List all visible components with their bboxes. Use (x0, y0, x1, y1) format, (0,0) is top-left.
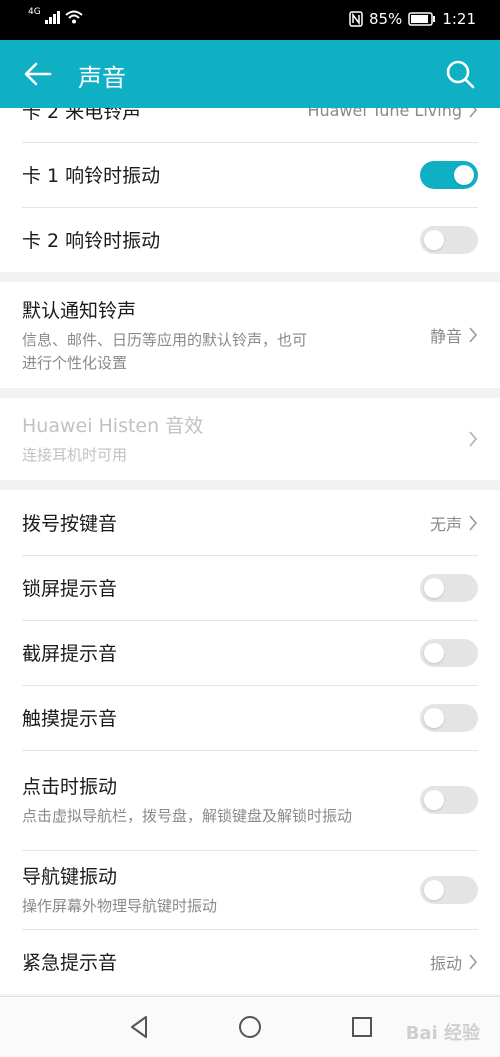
ringtone-group: 卡 2 来电铃声 Huawei Tune Living 卡 1 响铃时振动 卡 … (0, 108, 500, 272)
chevron-right-icon (469, 108, 478, 118)
search-icon[interactable] (444, 58, 476, 90)
tap-vibrate-toggle[interactable] (420, 786, 478, 814)
network-type: 4G (28, 7, 41, 17)
nav-back-icon[interactable] (126, 1013, 154, 1041)
nav-recents-icon[interactable] (348, 1013, 376, 1041)
row-value: 振动 (429, 953, 462, 973)
settings-list[interactable]: 卡 2 来电铃声 Huawei Tune Living 卡 1 响铃时振动 卡 … (0, 108, 500, 996)
row-value: 无声 (429, 514, 462, 534)
notification-group: 默认通知铃声 信息、邮件、日历等应用的默认铃声，也可进行个性化设置 静音 (0, 282, 500, 388)
row-value: 静音 (429, 327, 462, 346)
row-label: 紧急提示音 (22, 952, 118, 974)
notify-tone-row[interactable]: 默认通知铃声 信息、邮件、日历等应用的默认铃声，也可进行个性化设置 静音 (0, 282, 500, 388)
touch-tone-toggle[interactable] (420, 703, 478, 732)
app-bar: 声音 (0, 40, 500, 108)
row-label: 拨号按键音 (22, 513, 118, 535)
dial-tone-row[interactable]: 拨号按键音 无声 (0, 490, 500, 555)
row-value: Huawei Tune Living (307, 108, 462, 120)
back-arrow-icon[interactable] (22, 58, 54, 90)
row-subtitle: 点击虚拟导航栏，拨号盘，解锁键盘及解锁时振动 (22, 807, 353, 825)
screenshot-tone-toggle[interactable] (420, 638, 478, 667)
chevron-right-icon (469, 327, 478, 343)
histen-row[interactable]: Huawei Histen 音效 连接耳机时可用 (0, 398, 500, 480)
card2-vibrate-toggle[interactable] (420, 225, 478, 254)
card1-vibrate-row[interactable]: 卡 1 响铃时振动 (0, 142, 500, 207)
battery-percent: 85% (368, 10, 403, 28)
row-label: 卡 2 响铃时振动 (22, 230, 161, 252)
system-tones-group: 拨号按键音 无声 锁屏提示音 截屏提示音 触摸提示音 点击时振动 点击虚拟导航栏… (0, 490, 500, 994)
row-label: Huawei Histen 音效 (22, 415, 204, 437)
histen-group: Huawei Histen 音效 连接耳机时可用 (0, 398, 500, 480)
row-label: 截屏提示音 (22, 643, 118, 665)
status-right: 85% 1:21 (349, 10, 476, 28)
watermark: Bai 经验 (405, 1023, 480, 1044)
emergency-tone-row[interactable]: 紧急提示音 振动 (0, 929, 500, 994)
page-title: 声音 (78, 64, 126, 92)
card2-ringtone-row[interactable]: 卡 2 来电铃声 Huawei Tune Living (0, 108, 500, 142)
row-label: 点击时振动 (22, 776, 118, 798)
chevron-right-icon (469, 431, 478, 447)
row-label: 导航键振动 (22, 865, 118, 888)
row-label: 触摸提示音 (22, 708, 118, 730)
clock: 1:21 (442, 10, 476, 28)
card1-vibrate-toggle[interactable] (420, 160, 478, 189)
wifi-icon (65, 10, 83, 24)
screenshot-tone-row[interactable]: 截屏提示音 (0, 620, 500, 685)
row-label: 卡 2 来电铃声 (22, 108, 142, 123)
nav-home-icon[interactable] (236, 1013, 264, 1041)
chevron-right-icon (469, 953, 478, 970)
tap-vibrate-row[interactable]: 点击时振动 点击虚拟导航栏，拨号盘，解锁键盘及解锁时振动 (0, 750, 500, 850)
row-label: 默认通知铃声 (22, 299, 137, 322)
signal-icon (44, 11, 60, 24)
status-bar: 4G 85% 1:21 (0, 0, 500, 40)
row-label: 卡 1 响铃时振动 (22, 165, 161, 187)
status-left: 4G (28, 7, 83, 24)
row-subtitle: 操作屏幕外物理导航键时振动 (22, 896, 218, 915)
card2-vibrate-row[interactable]: 卡 2 响铃时振动 (0, 207, 500, 272)
chevron-right-icon (469, 514, 478, 531)
touch-tone-row[interactable]: 触摸提示音 (0, 685, 500, 750)
lock-tone-toggle[interactable] (420, 573, 478, 602)
row-subtitle: 信息、邮件、日历等应用的默认铃声，也可进行个性化设置 (22, 330, 308, 372)
row-label: 锁屏提示音 (22, 578, 118, 600)
row-subtitle: 连接耳机时可用 (22, 446, 128, 464)
system-nav-bar: Bai 经验 (0, 996, 500, 1057)
navkey-vibrate-row[interactable]: 导航键振动 操作屏幕外物理导航键时振动 (0, 850, 500, 929)
battery-icon (408, 12, 436, 26)
navkey-vibrate-toggle[interactable] (420, 875, 478, 904)
lock-tone-row[interactable]: 锁屏提示音 (0, 555, 500, 620)
nfc-icon (349, 11, 363, 27)
